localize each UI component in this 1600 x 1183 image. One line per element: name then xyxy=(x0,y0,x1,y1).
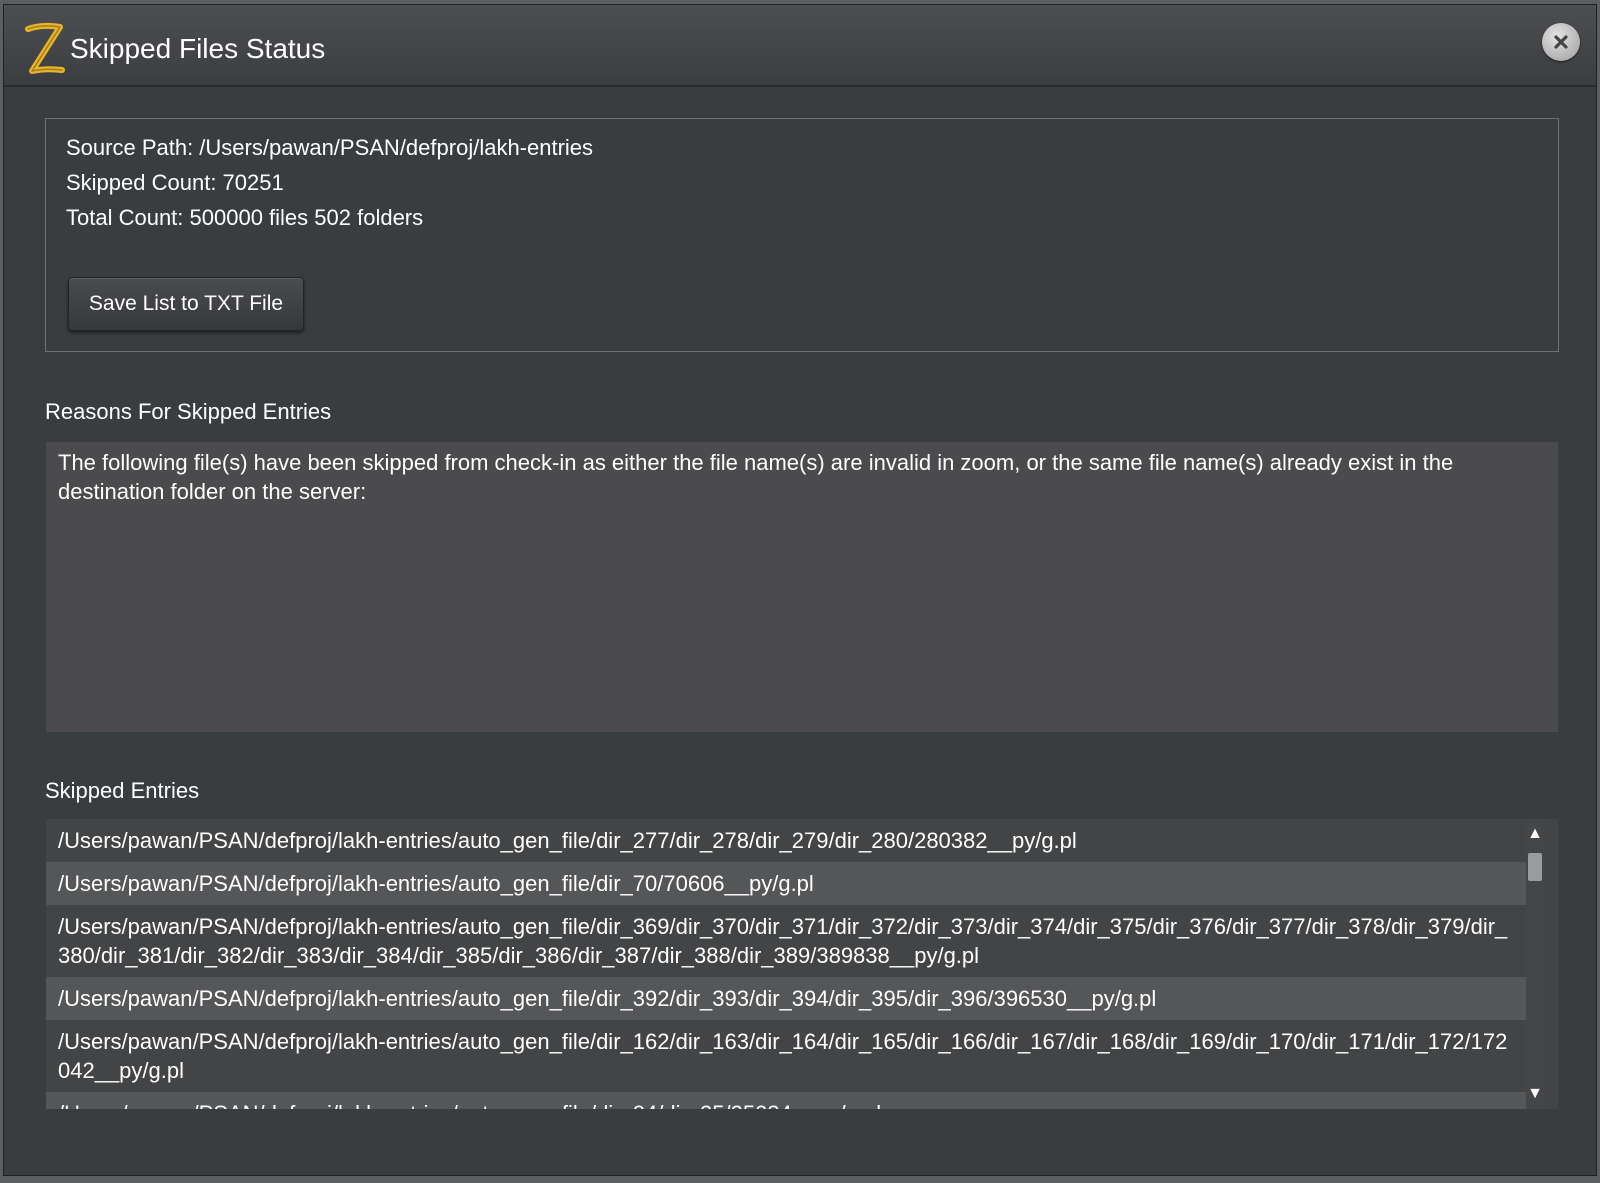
skipped-count-text: Skipped Count: 70251 xyxy=(66,170,284,195)
reasons-text: The following file(s) have been skipped … xyxy=(58,450,1454,504)
source-info-panel: Source Path: /Users/pawan/PSAN/defproj/l… xyxy=(45,118,1559,352)
zoom-logo-icon xyxy=(18,21,68,79)
list-item[interactable]: /Users/pawan/PSAN/defproj/lakh-entries/a… xyxy=(46,905,1526,977)
dialog-title: Skipped Files Status xyxy=(70,33,326,64)
total-count-text: Total Count: 500000 files 502 folders xyxy=(66,205,424,230)
scroll-up-arrow-icon[interactable]: ▲ xyxy=(1526,823,1544,845)
skipped-files-dialog: Skipped Files Status Source Path: /Users… xyxy=(3,4,1597,1176)
close-button[interactable] xyxy=(1542,23,1580,61)
list-item[interactable]: /Users/pawan/PSAN/defproj/lakh-entries/a… xyxy=(46,977,1526,1020)
skipped-entries-list[interactable]: /Users/pawan/PSAN/defproj/lakh-entries/a… xyxy=(46,819,1558,1109)
list-scrollbar[interactable]: ▲ ▼ xyxy=(1526,819,1544,1109)
list-item[interactable]: /Users/pawan/PSAN/defproj/lakh-entries/a… xyxy=(46,1092,1526,1109)
source-path-text: Source Path: /Users/pawan/PSAN/defproj/l… xyxy=(66,135,594,160)
skipped-entries-viewport: /Users/pawan/PSAN/defproj/lakh-entries/a… xyxy=(46,819,1526,1109)
list-item[interactable]: /Users/pawan/PSAN/defproj/lakh-entries/a… xyxy=(46,819,1526,862)
dialog-titlebar[interactable]: Skipped Files Status xyxy=(4,5,1596,87)
save-list-button[interactable]: Save List to TXT File xyxy=(68,277,304,331)
list-item[interactable]: /Users/pawan/PSAN/defproj/lakh-entries/a… xyxy=(46,1020,1526,1092)
reasons-text-area[interactable]: The following file(s) have been skipped … xyxy=(46,442,1558,732)
scroll-down-arrow-icon[interactable]: ▼ xyxy=(1526,1083,1544,1105)
reasons-label: Reasons For Skipped Entries xyxy=(45,399,332,424)
scrollbar-thumb[interactable] xyxy=(1528,853,1542,881)
list-item[interactable]: /Users/pawan/PSAN/defproj/lakh-entries/a… xyxy=(46,862,1526,905)
close-icon xyxy=(1554,35,1568,49)
skipped-entries-label: Skipped Entries xyxy=(45,778,200,803)
